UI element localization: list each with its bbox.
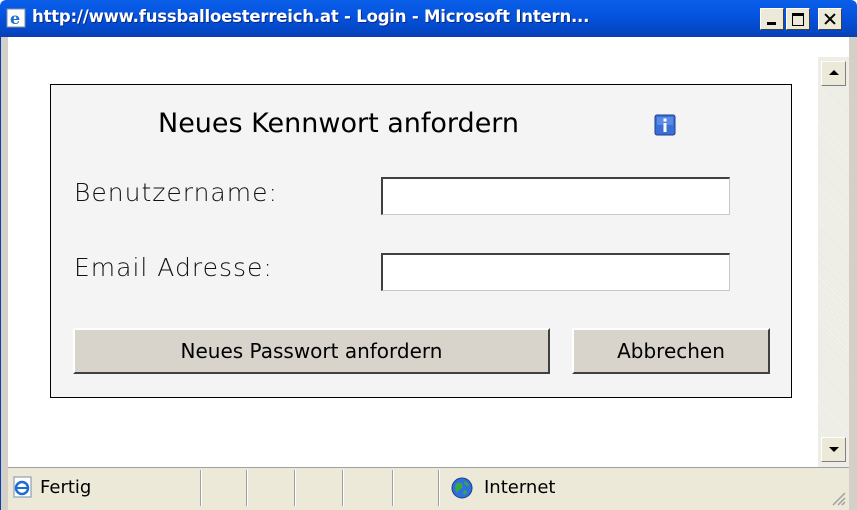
status-divider	[342, 470, 344, 506]
resize-grip-icon[interactable]	[830, 490, 846, 506]
window-title: http://www.fussballoesterreich.at - Logi…	[32, 7, 590, 26]
status-bar	[8, 467, 849, 510]
request-password-button[interactable]: Neues Passwort anfordern	[73, 328, 550, 374]
vertical-scrollbar[interactable]	[818, 57, 849, 467]
svg-text:e: e	[10, 9, 20, 28]
close-button[interactable]	[818, 8, 842, 30]
scroll-down-button[interactable]	[821, 437, 846, 462]
globe-icon	[451, 477, 473, 499]
minimize-button[interactable]	[760, 8, 784, 30]
content-top-area	[8, 37, 849, 57]
form-heading: Neues Kennwort anfordern	[158, 108, 520, 139]
status-divider	[200, 470, 202, 506]
info-icon[interactable]	[654, 114, 676, 136]
email-input[interactable]	[381, 253, 730, 291]
window-title-bar[interactable]: e http://www.fussballoesterreich.at - Lo…	[0, 0, 857, 37]
ie-icon: e	[6, 8, 26, 28]
zone-text: Internet	[484, 477, 556, 498]
status-divider	[392, 470, 394, 506]
status-divider	[246, 470, 248, 506]
status-text: Fertig	[40, 477, 92, 498]
username-input[interactable]	[381, 177, 730, 215]
window-frame-left	[0, 37, 8, 510]
status-divider	[294, 470, 296, 506]
window-frame-right	[849, 37, 857, 510]
ie-page-icon	[13, 476, 32, 498]
cancel-button[interactable]: Abbrechen	[572, 328, 770, 374]
maximize-button[interactable]	[786, 8, 810, 30]
email-label: Email Adresse:	[74, 253, 273, 282]
status-divider	[438, 470, 440, 506]
scroll-up-button[interactable]	[821, 61, 846, 86]
username-label: Benutzername:	[74, 178, 278, 207]
